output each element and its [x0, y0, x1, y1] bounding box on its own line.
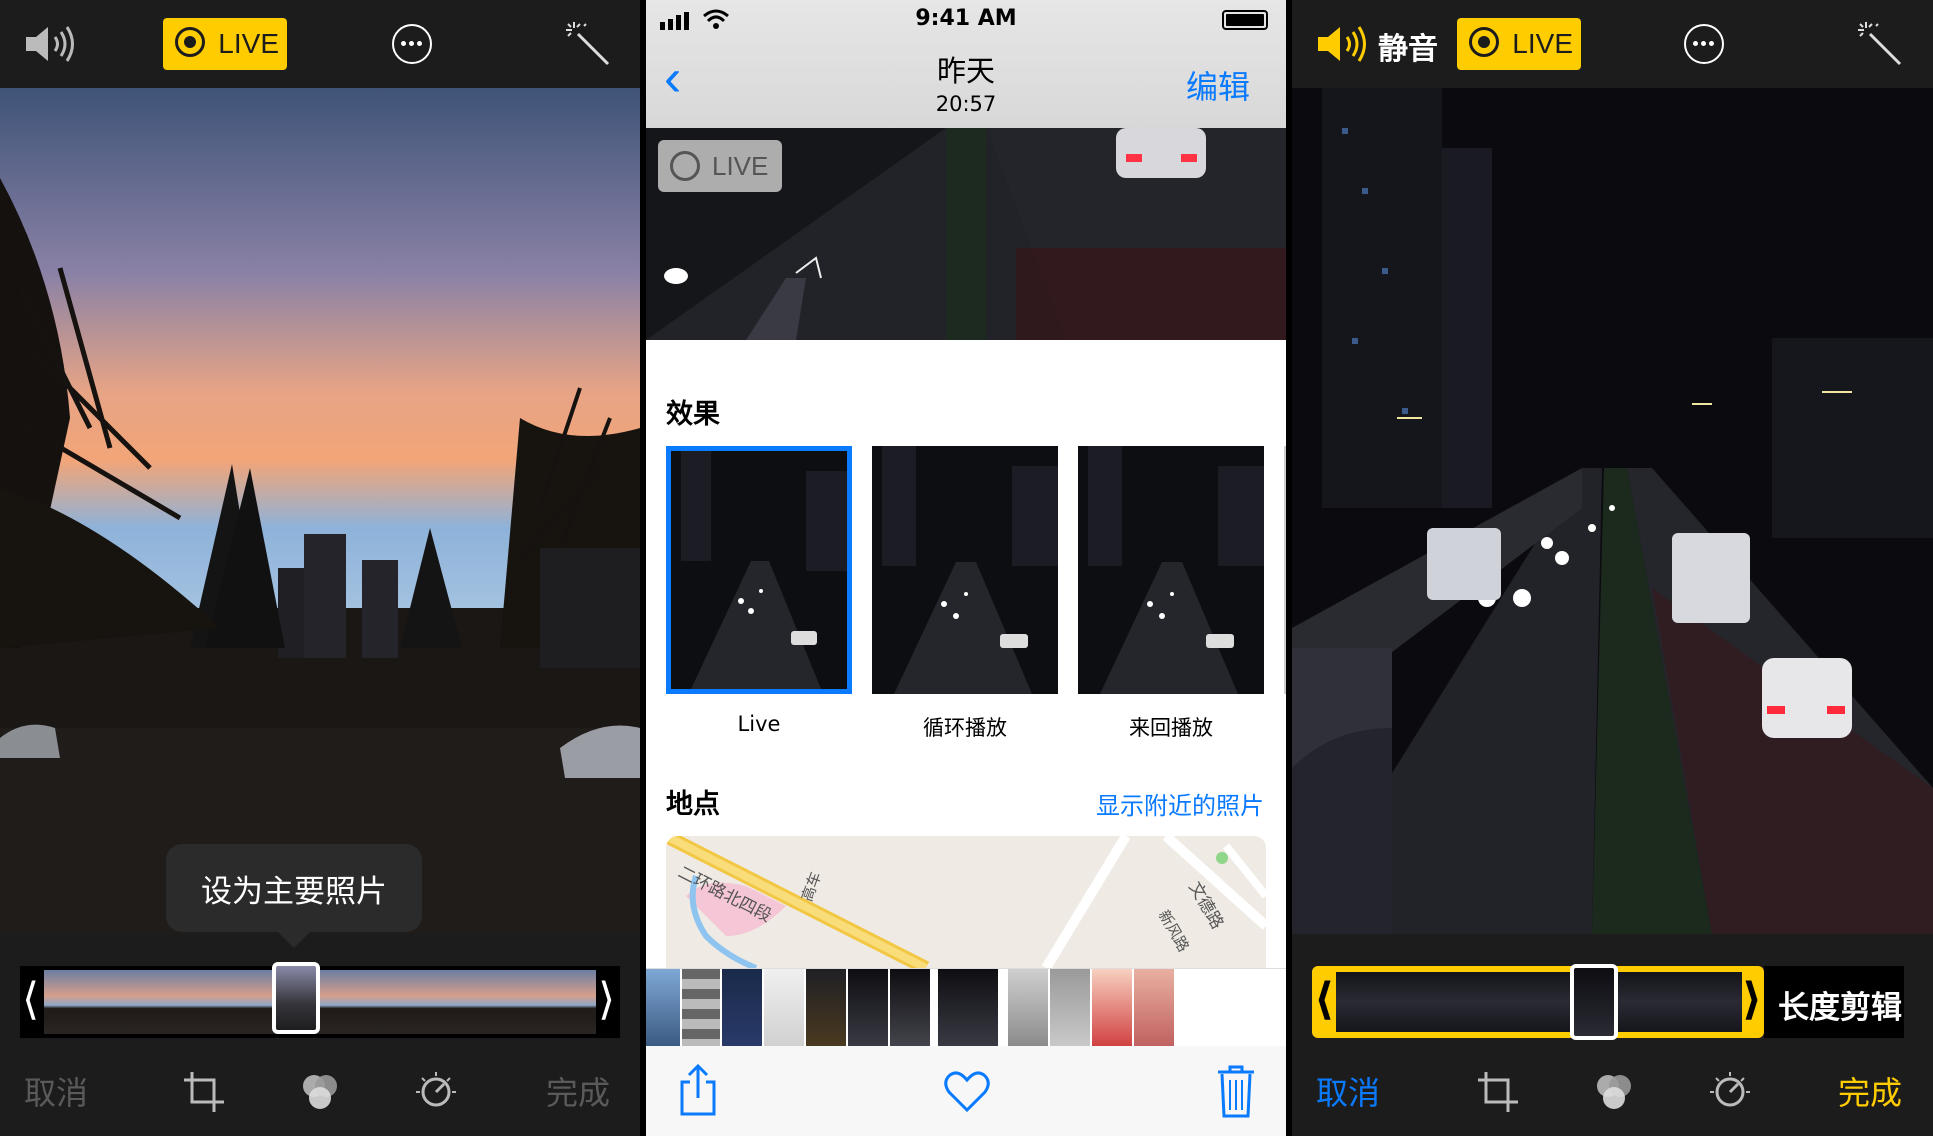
right-editor-panel: 静音 LIVE ⟨ ⟩ 长度剪辑 取消 完成: [1292, 0, 1933, 1136]
mute-label[interactable]: 静音: [1378, 24, 1438, 68]
photo-thumbnail-strip[interactable]: [646, 968, 1286, 1047]
live-label: LIVE: [1512, 28, 1573, 59]
trim-length-label: 长度剪辑: [1778, 990, 1902, 1026]
cancel-button[interactable]: 取消: [24, 1068, 88, 1114]
photo-details-panel: 9:41 AM ‹ 昨天 20:57 编辑 LIVE 效果 Live 循环播放 …: [646, 0, 1286, 1136]
filmstrip-frames: [44, 970, 596, 1034]
effect-bounce-option[interactable]: [1078, 446, 1264, 694]
live-frame-filmstrip[interactable]: ⟨ ⟩: [20, 962, 620, 1038]
effect-live-label: Live: [737, 712, 781, 736]
left-editor-panel: LIVE 设为主要照片 ⟨ ⟩ 取消 完成: [0, 0, 640, 1136]
key-photo-tooltip-label: 设为主要照片: [201, 874, 387, 910]
thumbnail[interactable]: [806, 969, 846, 1047]
live-label: LIVE: [218, 28, 279, 59]
photo-action-toolbar: [646, 1046, 1286, 1136]
status-bar: 9:41 AM: [646, 0, 1286, 40]
trim-left-handle-icon[interactable]: ⟨: [1314, 974, 1334, 1025]
battery-icon: [1222, 10, 1268, 30]
speaker-icon[interactable]: [1314, 22, 1370, 66]
trimmed-frames: [1336, 972, 1742, 1032]
effect-loop-label: 循环播放: [923, 716, 1007, 740]
live-icon: [670, 151, 700, 181]
live-icon: [1469, 27, 1499, 57]
live-toggle-button[interactable]: LIVE: [1457, 18, 1581, 70]
edit-button[interactable]: 编辑: [1186, 62, 1250, 108]
done-button[interactable]: 完成: [1838, 1068, 1902, 1114]
heart-icon[interactable]: [944, 1070, 990, 1112]
effects-scroll-edge: [1284, 446, 1286, 694]
live-badge-label: LIVE: [712, 151, 769, 181]
adjust-icon[interactable]: [414, 1070, 458, 1114]
trash-icon[interactable]: [1216, 1064, 1256, 1118]
sunset-photo: [0, 88, 640, 934]
nav-bar: ‹ 昨天 20:57 编辑: [646, 40, 1286, 128]
thumbnail[interactable]: [1050, 969, 1090, 1047]
thumbnail[interactable]: [938, 969, 998, 1047]
thumbnail[interactable]: [848, 969, 888, 1047]
thumbnail[interactable]: [1008, 969, 1048, 1047]
effect-loop-option[interactable]: [872, 446, 1058, 694]
thumbnail[interactable]: [890, 969, 930, 1047]
effects-section-title: 效果: [666, 399, 720, 430]
trim-filmstrip[interactable]: ⟨ ⟩: [1312, 964, 1764, 1040]
show-nearby-photos-link[interactable]: 显示附近的照片: [1096, 786, 1264, 821]
thumbnail[interactable]: [1092, 969, 1132, 1047]
editor-top-bar: 静音 LIVE: [1292, 0, 1933, 88]
effect-bounce-label: 来回播放: [1129, 716, 1213, 740]
places-section-title: 地点: [666, 789, 720, 820]
magic-wand-icon[interactable]: [564, 20, 612, 68]
thumbnail[interactable]: [646, 969, 680, 1047]
live-badge: LIVE: [658, 140, 782, 192]
adjust-icon[interactable]: [1708, 1070, 1752, 1114]
crop-icon[interactable]: [1476, 1070, 1520, 1114]
more-icon[interactable]: [392, 24, 432, 64]
location-map[interactable]: 二环路北四段 高车 文德路 新风路: [666, 836, 1266, 968]
editor-top-bar: LIVE: [0, 0, 640, 88]
filmstrip-selected-frame[interactable]: [272, 962, 320, 1034]
status-time: 9:41 AM: [915, 6, 1017, 31]
filters-icon[interactable]: [1592, 1070, 1636, 1114]
night-traffic-photo: [1292, 88, 1933, 934]
live-toggle-button[interactable]: LIVE: [163, 18, 287, 70]
tooltip-pointer: [276, 930, 312, 948]
thumbnail[interactable]: [682, 969, 720, 1047]
magic-wand-icon[interactable]: [1856, 20, 1904, 68]
done-button[interactable]: 完成: [546, 1068, 610, 1114]
trim-selected-frame[interactable]: [1570, 964, 1618, 1040]
share-icon[interactable]: [678, 1064, 718, 1118]
effect-live-option[interactable]: [666, 446, 852, 694]
trim-right-handle-icon[interactable]: ⟩: [598, 974, 615, 1025]
thumbnail[interactable]: [722, 969, 762, 1047]
live-photo-preview[interactable]: LIVE: [646, 128, 1286, 340]
speaker-icon[interactable]: [22, 22, 78, 66]
crop-icon[interactable]: [182, 1070, 226, 1114]
trim-left-handle-icon[interactable]: ⟨: [22, 974, 39, 1025]
trim-right-handle-icon[interactable]: ⟩: [1742, 974, 1762, 1025]
cancel-button[interactable]: 取消: [1316, 1068, 1380, 1114]
key-photo-tooltip[interactable]: 设为主要照片: [166, 844, 422, 932]
thumbnail[interactable]: [1134, 969, 1174, 1047]
filters-icon[interactable]: [298, 1070, 342, 1114]
live-icon: [175, 27, 205, 57]
thumbnail[interactable]: [764, 969, 804, 1047]
more-icon[interactable]: [1684, 24, 1724, 64]
